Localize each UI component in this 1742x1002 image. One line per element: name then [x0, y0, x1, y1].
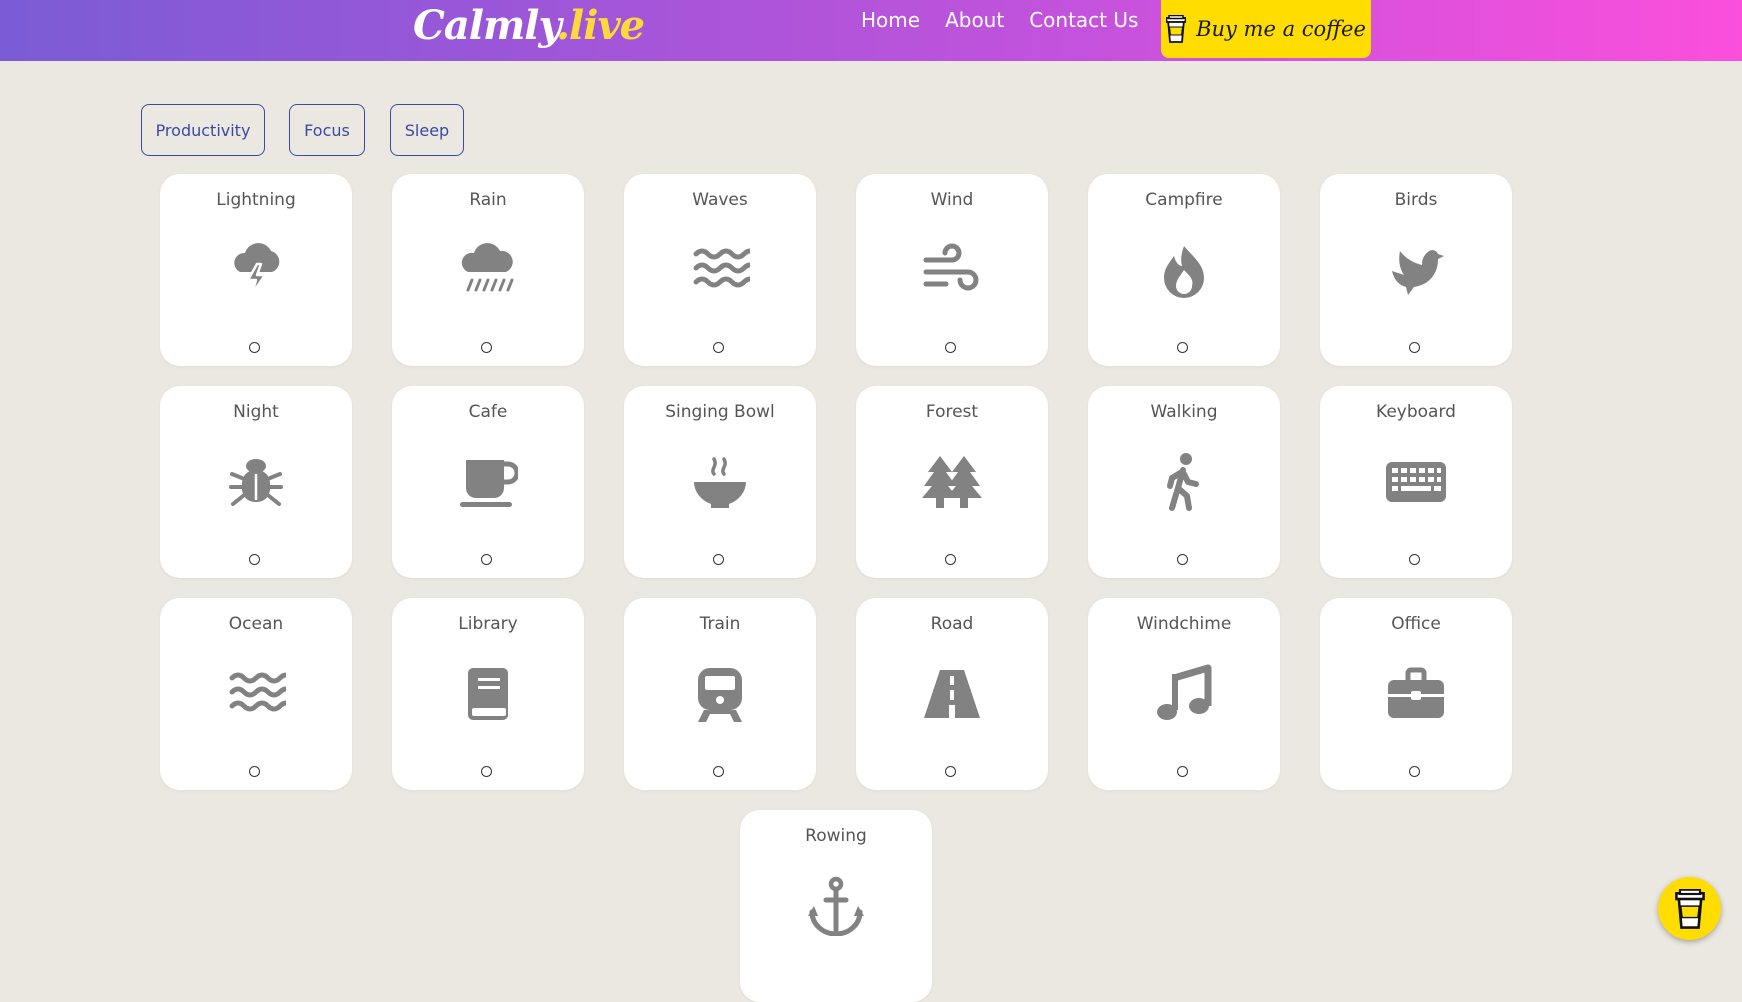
volume-slider-handle[interactable] [481, 554, 492, 565]
volume-slider-handle[interactable] [249, 766, 260, 777]
bowl-steam-icon[interactable] [690, 452, 750, 512]
fire-icon[interactable] [1154, 240, 1214, 300]
sound-title: Campfire [1145, 190, 1223, 210]
filter-focus-button[interactable]: Focus [289, 104, 365, 156]
sound-title: Office [1391, 614, 1441, 634]
sound-title: Road [930, 614, 974, 634]
sound-card-singing-bowl[interactable]: Singing Bowl [624, 386, 816, 578]
sound-title: Waves [692, 190, 748, 210]
sound-title: Lightning [216, 190, 296, 210]
sound-card-road[interactable]: Road [856, 598, 1048, 790]
book-icon[interactable] [458, 664, 518, 724]
sound-title: Rain [469, 190, 507, 210]
coffee-cup-icon [1674, 888, 1705, 929]
main-nav: Home About Contact Us [861, 8, 1138, 32]
volume-slider-handle[interactable] [713, 554, 724, 565]
sound-card-lightning[interactable]: Lightning [160, 174, 352, 366]
volume-slider-handle[interactable] [1177, 342, 1188, 353]
anchor-icon[interactable] [806, 876, 866, 936]
dove-icon[interactable] [1386, 240, 1446, 300]
sound-card-office[interactable]: Office [1320, 598, 1512, 790]
nav-contact-link[interactable]: Contact Us [1029, 8, 1138, 32]
sound-card-walking[interactable]: Walking [1088, 386, 1280, 578]
cloud-rain-icon[interactable] [458, 240, 518, 300]
volume-slider-handle[interactable] [1409, 766, 1420, 777]
person-walking-icon[interactable] [1154, 452, 1214, 512]
filter-sleep-button[interactable]: Sleep [390, 104, 464, 156]
storm-icon[interactable] [226, 240, 286, 300]
volume-slider-handle[interactable] [945, 342, 956, 353]
filter-productivity-button[interactable]: Productivity [141, 104, 265, 156]
top-navbar: Calmly.live Home About Contact Us Buy me… [0, 0, 1742, 61]
sound-title: Birds [1394, 190, 1438, 210]
sound-card-cafe[interactable]: Cafe [392, 386, 584, 578]
volume-slider-handle[interactable] [945, 766, 956, 777]
volume-slider-handle[interactable] [249, 554, 260, 565]
coffee-cup-icon [1166, 15, 1187, 43]
sound-card-rain[interactable]: Rain [392, 174, 584, 366]
keyboard-icon[interactable] [1386, 452, 1446, 512]
bug-icon[interactable] [226, 452, 286, 512]
sound-title: Cafe [468, 402, 508, 422]
sound-title: Library [458, 614, 518, 634]
volume-slider-handle[interactable] [945, 554, 956, 565]
volume-slider-handle[interactable] [1177, 766, 1188, 777]
train-icon[interactable] [690, 664, 750, 724]
water-icon[interactable] [226, 664, 286, 724]
water-icon[interactable] [690, 240, 750, 300]
sound-title: Wind [930, 190, 974, 210]
volume-slider-handle[interactable] [1409, 342, 1420, 353]
trees-icon[interactable] [922, 452, 982, 512]
sound-title: Rowing [805, 826, 867, 846]
sound-title: Windchime [1136, 614, 1232, 634]
volume-slider-handle[interactable] [713, 342, 724, 353]
volume-slider-handle[interactable] [713, 766, 724, 777]
nav-about-link[interactable]: About [945, 8, 1004, 32]
sound-card-night[interactable]: Night [160, 386, 352, 578]
sound-title: Walking [1150, 402, 1218, 422]
sound-card-ocean[interactable]: Ocean [160, 598, 352, 790]
nav-home-link[interactable]: Home [861, 8, 920, 32]
wind-icon[interactable] [922, 240, 982, 300]
sound-card-waves[interactable]: Waves [624, 174, 816, 366]
sound-card-wind[interactable]: Wind [856, 174, 1048, 366]
sound-title: Forest [925, 402, 979, 422]
music-icon[interactable] [1154, 664, 1214, 724]
coffee-mug-icon[interactable] [458, 452, 518, 512]
sound-title: Train [699, 614, 741, 634]
sound-title: Singing Bowl [665, 402, 775, 422]
site-logo[interactable]: Calmly.live [413, 2, 645, 49]
volume-slider-handle[interactable] [1177, 554, 1188, 565]
volume-slider-handle[interactable] [481, 766, 492, 777]
sound-card-campfire[interactable]: Campfire [1088, 174, 1280, 366]
sound-card-forest[interactable]: Forest [856, 386, 1048, 578]
volume-slider-handle[interactable] [481, 342, 492, 353]
volume-slider-handle[interactable] [249, 342, 260, 353]
sound-title: Keyboard [1376, 402, 1456, 422]
sound-card-rowing[interactable]: Rowing [740, 810, 932, 1002]
sound-card-keyboard[interactable]: Keyboard [1320, 386, 1512, 578]
buy-coffee-button[interactable]: Buy me a coffee [1161, 0, 1371, 58]
sound-card-library[interactable]: Library [392, 598, 584, 790]
sound-title: Ocean [228, 614, 284, 634]
volume-slider-handle[interactable] [1409, 554, 1420, 565]
sound-card-train[interactable]: Train [624, 598, 816, 790]
floating-coffee-button[interactable] [1658, 877, 1721, 940]
road-icon[interactable] [922, 664, 982, 724]
sound-title: Night [233, 402, 279, 422]
sound-card-windchime[interactable]: Windchime [1088, 598, 1280, 790]
sound-card-birds[interactable]: Birds [1320, 174, 1512, 366]
briefcase-icon[interactable] [1386, 664, 1446, 724]
